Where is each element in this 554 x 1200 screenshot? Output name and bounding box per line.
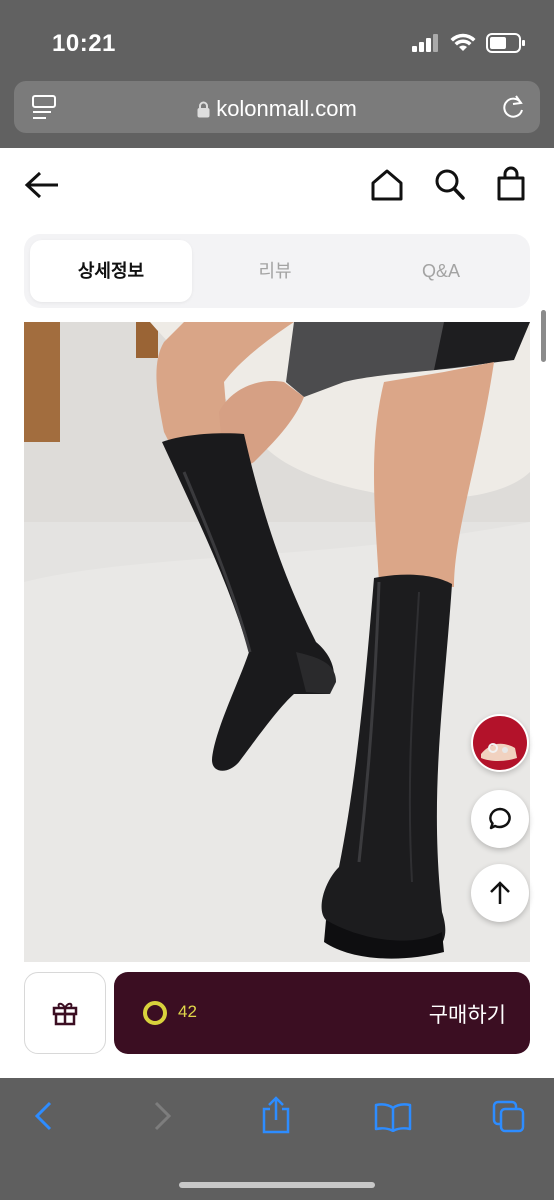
top-nav bbox=[0, 148, 554, 228]
cellular-signal-icon bbox=[412, 34, 438, 52]
status-bar: 10:21 bbox=[0, 0, 554, 78]
like-count: 42 bbox=[178, 1002, 197, 1021]
boots-image bbox=[24, 322, 530, 962]
like-ring-icon[interactable] bbox=[142, 1000, 168, 1026]
back-arrow-icon[interactable] bbox=[24, 170, 60, 200]
url-text: kolonmall.com bbox=[216, 96, 357, 121]
wifi-icon bbox=[450, 33, 476, 51]
lock-icon bbox=[197, 101, 210, 118]
home-indicator bbox=[179, 1182, 375, 1188]
reload-icon[interactable] bbox=[500, 93, 526, 121]
related-product-thumbnail[interactable] bbox=[471, 714, 529, 772]
browser-toolbar bbox=[0, 1078, 554, 1200]
web-page: 상세정보 리뷰 Q&A 42 구매하기 bbox=[0, 148, 554, 1078]
chat-icon bbox=[489, 807, 511, 830]
related-product-image bbox=[473, 716, 527, 770]
browser-chrome: kolonmall.com bbox=[0, 78, 554, 148]
chat-button[interactable] bbox=[471, 790, 529, 848]
gift-icon bbox=[52, 1002, 78, 1026]
bookmarks-icon[interactable] bbox=[374, 1102, 412, 1132]
arrow-up-icon bbox=[490, 881, 510, 904]
browser-back-icon[interactable] bbox=[32, 1100, 54, 1132]
tabs-icon[interactable] bbox=[492, 1100, 526, 1134]
tab-qna[interactable]: Q&A bbox=[360, 240, 522, 302]
status-icons bbox=[412, 33, 526, 53]
purchase-bar: 42 구매하기 bbox=[0, 962, 554, 1078]
product-photo bbox=[24, 322, 530, 962]
home-icon[interactable] bbox=[370, 168, 404, 202]
scrollbar[interactable] bbox=[541, 310, 546, 362]
scroll-to-top-button[interactable] bbox=[471, 864, 529, 922]
tab-reviews[interactable]: 리뷰 bbox=[194, 240, 356, 302]
browser-forward-icon[interactable] bbox=[152, 1100, 174, 1132]
buy-label: 구매하기 bbox=[428, 1004, 506, 1027]
cart-icon[interactable] bbox=[496, 166, 526, 202]
battery-icon bbox=[486, 33, 525, 53]
product-tabs: 상세정보 리뷰 Q&A bbox=[24, 234, 530, 308]
status-time: 10:21 bbox=[52, 30, 116, 57]
gift-button[interactable] bbox=[24, 972, 106, 1054]
address-bar[interactable]: kolonmall.com bbox=[14, 81, 540, 133]
buy-button[interactable]: 42 구매하기 bbox=[114, 972, 530, 1054]
search-icon[interactable] bbox=[434, 168, 466, 202]
tab-details[interactable]: 상세정보 bbox=[30, 240, 192, 302]
address-url[interactable]: kolonmall.com bbox=[14, 96, 540, 122]
share-icon[interactable] bbox=[260, 1096, 292, 1134]
